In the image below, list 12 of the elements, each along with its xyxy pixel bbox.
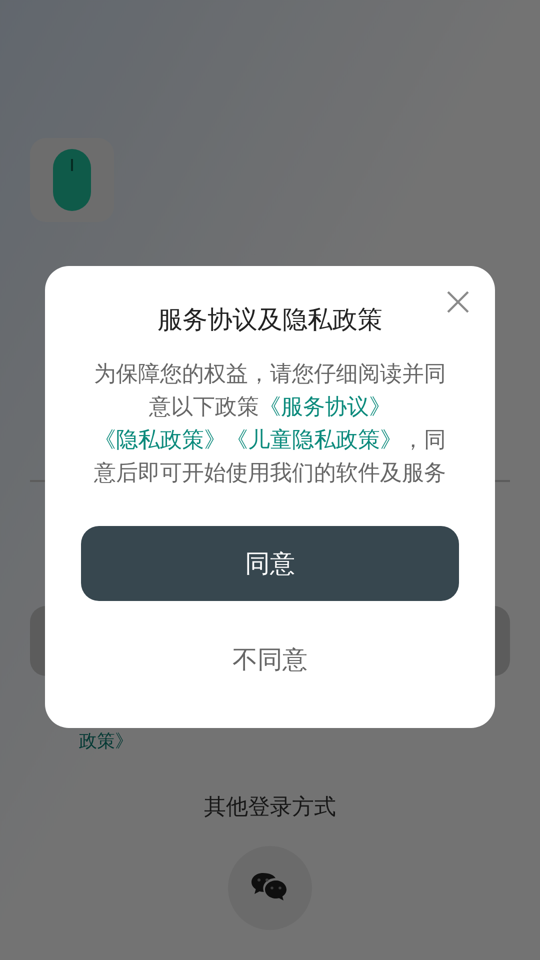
policy-link[interactable]: 《儿童隐私政策》	[226, 428, 402, 453]
disagree-button[interactable]: 不同意	[216, 637, 324, 682]
dialog-message: 为保障您的权益，请您仔细阅读并同意以下政策《服务协议》 《隐私政策》《儿童隐私政策》，同意后即可开始使用我们的软件及服务	[93, 361, 447, 488]
dialog-title: 服务协议及隐私政策	[158, 304, 382, 336]
policy-link[interactable]: 《隐私政策》	[94, 428, 226, 453]
policy-link[interactable]: 《服务协议》	[259, 395, 391, 420]
other-login-label: 其他登录方式	[204, 794, 336, 822]
logo-icon	[53, 149, 91, 211]
close-button[interactable]	[445, 289, 471, 315]
agree-button[interactable]: 同意	[81, 526, 459, 601]
policy-link[interactable]: 政策》	[79, 731, 133, 752]
close-icon	[446, 290, 470, 314]
